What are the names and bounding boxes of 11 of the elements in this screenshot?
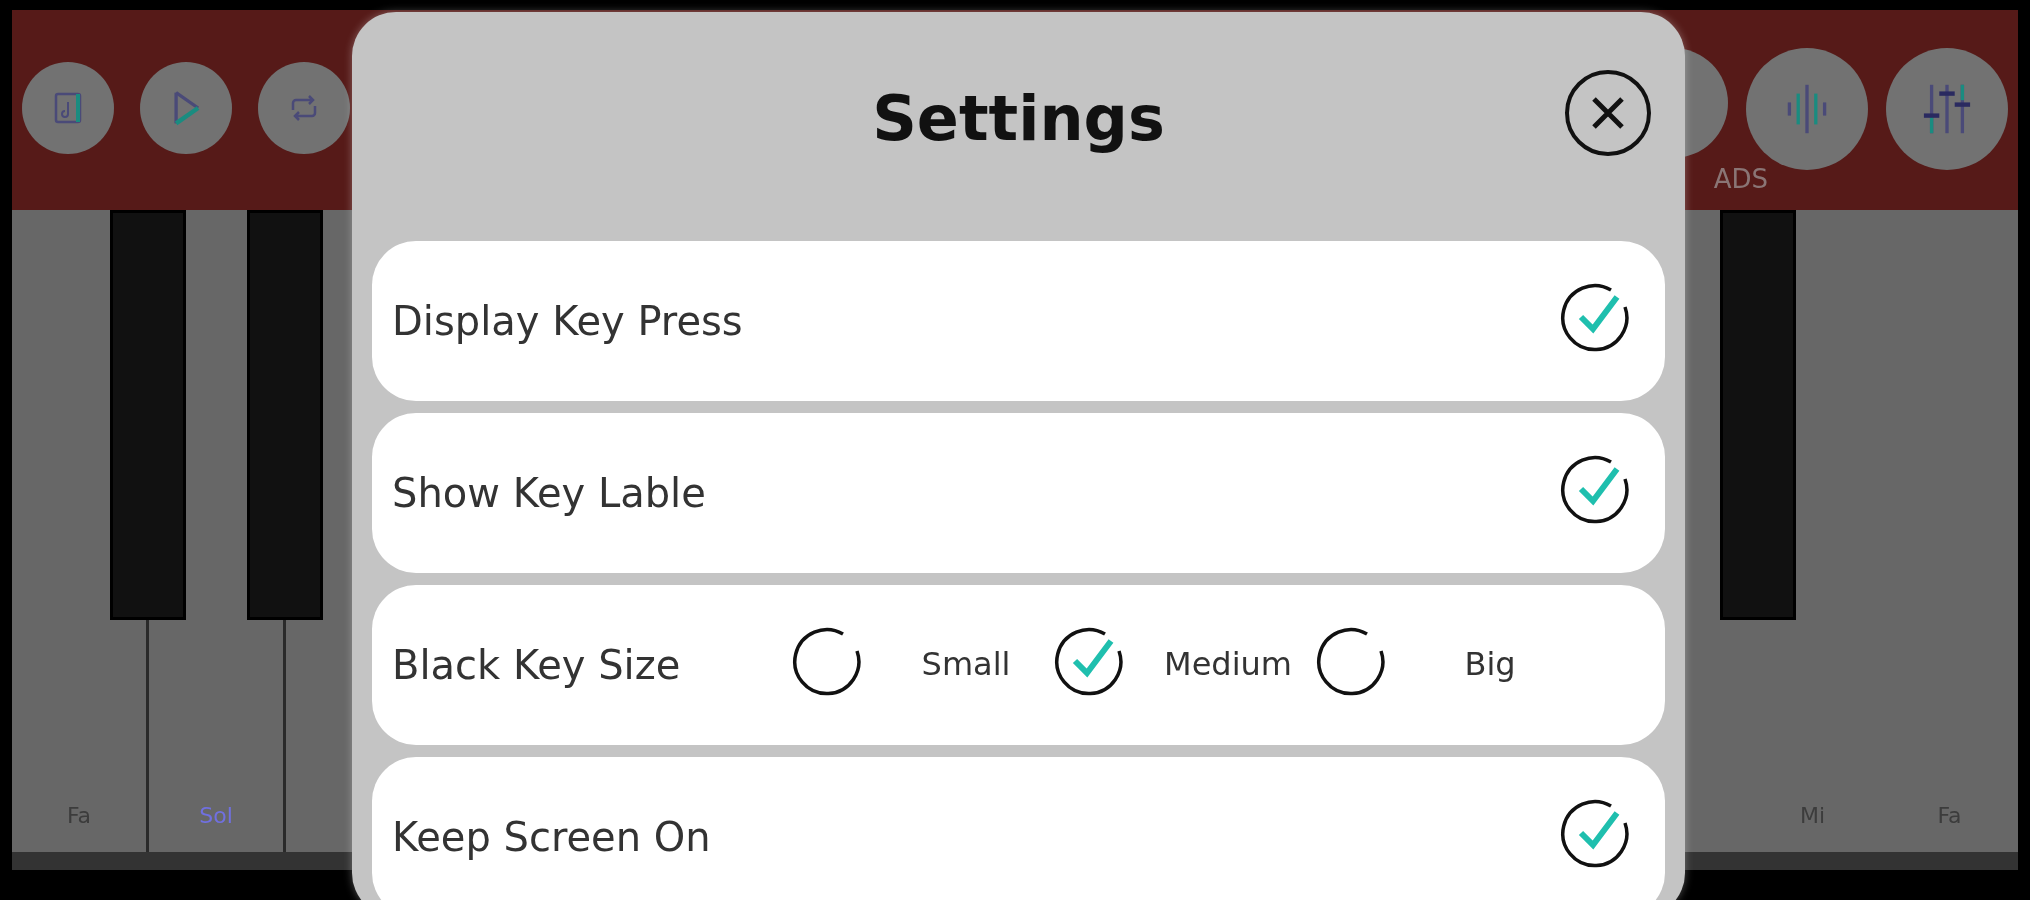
option-label: Medium — [1163, 644, 1293, 686]
key-label: Sol — [199, 803, 233, 828]
ads-label: ADS — [1713, 164, 1768, 194]
setting-label: Display Key Press — [392, 298, 743, 344]
option-label: Small — [920, 644, 1012, 686]
close-button[interactable] — [1563, 68, 1653, 158]
setting-label: Show Key Lable — [392, 470, 706, 516]
setting-label: Black Key Size — [392, 642, 681, 688]
option-label: Big — [1463, 644, 1517, 686]
setting-label: Keep Screen On — [392, 814, 711, 860]
dialog-title: Settings — [872, 82, 1165, 155]
